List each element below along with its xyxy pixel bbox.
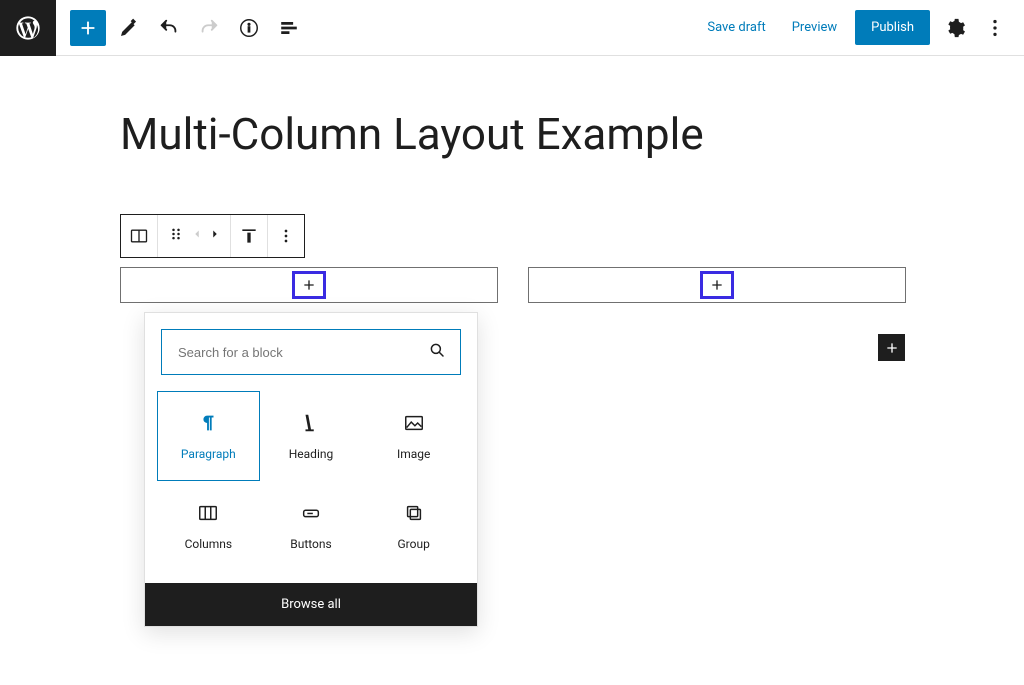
block-option-buttons[interactable]: Buttons <box>260 481 363 571</box>
columns-block[interactable] <box>120 267 906 303</box>
list-view-button[interactable] <box>272 11 306 45</box>
tools-button[interactable] <box>112 11 146 45</box>
block-option-paragraph[interactable]: Paragraph <box>157 391 260 481</box>
move-up-button <box>190 227 204 245</box>
group-icon <box>403 502 425 527</box>
heading-icon <box>300 412 322 437</box>
block-toolbar <box>120 214 305 258</box>
block-option-label: Columns <box>185 537 233 551</box>
redo-button <box>192 11 226 45</box>
browse-all-button[interactable]: Browse all <box>145 583 477 626</box>
image-icon <box>403 412 425 437</box>
column-1[interactable] <box>120 267 498 303</box>
publish-button[interactable]: Publish <box>855 10 930 45</box>
trailing-add-block-button[interactable] <box>878 334 905 361</box>
align-button[interactable] <box>231 215 268 257</box>
details-button[interactable] <box>232 11 266 45</box>
inserter-search[interactable] <box>161 329 461 375</box>
block-type-columns-button[interactable] <box>121 215 158 257</box>
post-title[interactable]: Multi-Column Layout Example <box>120 108 1024 161</box>
preview-button[interactable]: Preview <box>784 14 845 41</box>
column-2-add-block-button[interactable] <box>700 271 734 299</box>
paragraph-icon <box>197 412 219 437</box>
topbar-left-group <box>56 10 306 46</box>
editor-canvas: Multi-Column Layout Example <box>0 56 1024 161</box>
drag-handle-icon[interactable] <box>166 224 186 248</box>
column-2[interactable] <box>528 267 906 303</box>
block-option-image[interactable]: Image <box>362 391 465 481</box>
block-option-label: Group <box>397 537 429 551</box>
save-draft-button[interactable]: Save draft <box>699 14 773 41</box>
block-option-label: Image <box>397 447 430 461</box>
move-down-button[interactable] <box>208 227 222 245</box>
inserter-search-input[interactable] <box>176 344 428 361</box>
search-icon <box>428 341 446 363</box>
inserter-search-wrap <box>145 313 477 391</box>
columns-icon <box>197 502 219 527</box>
more-options-button[interactable] <box>980 13 1010 43</box>
buttons-icon <box>300 502 322 527</box>
inserter-block-grid: Paragraph Heading Image Columns Buttons … <box>145 391 477 583</box>
block-more-options-button[interactable] <box>268 215 304 257</box>
topbar-right-group: Save draft Preview Publish <box>699 10 1024 45</box>
block-option-label: Buttons <box>290 537 332 551</box>
settings-button[interactable] <box>940 13 970 43</box>
undo-button[interactable] <box>152 11 186 45</box>
column-1-add-block-button[interactable] <box>292 271 326 299</box>
block-option-heading[interactable]: Heading <box>260 391 363 481</box>
block-option-columns[interactable]: Columns <box>157 481 260 571</box>
toggle-inserter-button[interactable] <box>70 10 106 46</box>
block-option-group[interactable]: Group <box>362 481 465 571</box>
block-option-label: Heading <box>289 447 334 461</box>
block-toolbar-move-group <box>158 215 231 257</box>
block-option-label: Paragraph <box>181 447 236 461</box>
editor-topbar: Save draft Preview Publish <box>0 0 1024 56</box>
quick-inserter-popover: Paragraph Heading Image Columns Buttons … <box>144 312 478 627</box>
wordpress-logo[interactable] <box>0 0 56 56</box>
